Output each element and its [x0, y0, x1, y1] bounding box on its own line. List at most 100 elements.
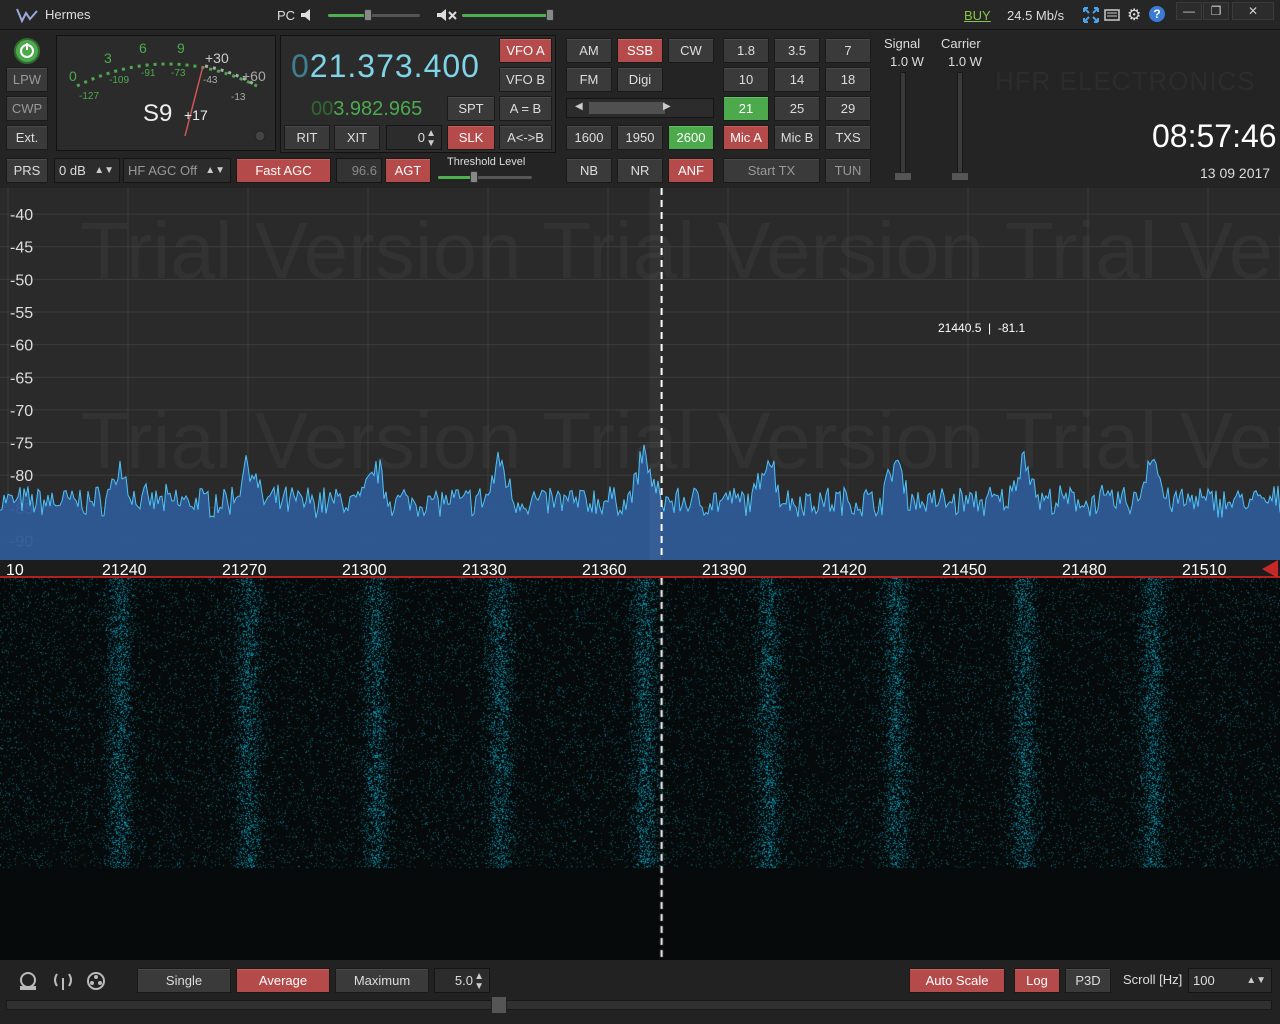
vfo-swap-button[interactable]: A<->B [499, 125, 552, 150]
slk-button[interactable]: SLK [447, 125, 495, 150]
start-tx-button[interactable]: Start TX [723, 158, 820, 183]
anf-button[interactable]: ANF [668, 158, 714, 183]
waterfall-level-marker-icon[interactable] [1262, 560, 1278, 578]
rit-button[interactable]: RIT [284, 125, 330, 150]
band-3-5-button[interactable]: 3.5 [774, 38, 820, 63]
zoom-scroll-thumb[interactable] [491, 996, 507, 1014]
main-frequency[interactable]: 021.373.400 [291, 48, 480, 85]
scroll-right-icon[interactable]: ▶ [663, 101, 671, 112]
mode-cw-button[interactable]: CW [668, 38, 714, 63]
title-bar: Hermes PC BUY 24.5 Mb/s ⚙ ? — ❐ ✕ [0, 0, 1280, 30]
help-icon[interactable]: ? [1149, 6, 1165, 22]
mode-fm-button[interactable]: FM [566, 67, 612, 92]
xit-button[interactable]: XIT [334, 125, 380, 150]
film-reel-icon[interactable] [85, 970, 109, 992]
speaker-icon[interactable] [300, 8, 316, 22]
meter-dbm-73: -73 [171, 68, 186, 79]
power-button[interactable] [14, 38, 40, 64]
mode-digi-button[interactable]: Digi [617, 67, 663, 92]
zoom-scrollbar[interactable] [6, 1000, 1272, 1010]
fullscreen-icon[interactable] [1083, 7, 1099, 23]
ext-button[interactable]: Ext. [6, 125, 48, 150]
maximum-button[interactable]: Maximum [335, 968, 429, 993]
meter-reading: S9 [143, 100, 173, 127]
nr-button[interactable]: NR [617, 158, 663, 183]
filter-scrollbar[interactable]: ◀ ▶ [566, 98, 714, 118]
prs-button[interactable]: PRS [6, 158, 48, 183]
spectrum-display[interactable]: Trial Version Trial Version Trial Versio… [0, 188, 1280, 560]
buy-link[interactable]: BUY [964, 8, 991, 23]
log-button[interactable]: Log [1014, 968, 1060, 993]
cursor-readout: 21440.5 | -81.1 [938, 321, 1026, 335]
band-1-8-button[interactable]: 1.8 [723, 38, 769, 63]
y-tick-label: -80 [10, 468, 33, 485]
txs-button[interactable]: TXS [825, 125, 871, 150]
gain-select[interactable]: 0 dB ▲▼ [54, 158, 120, 183]
signal-label: Signal [884, 36, 921, 51]
band-21-button[interactable]: 21 [723, 96, 769, 121]
sub-frequency[interactable]: 003.982.965 [311, 98, 422, 121]
fast-agc-button[interactable]: Fast AGC [236, 158, 331, 183]
pc-volume-thumb[interactable] [364, 9, 372, 21]
band-7-button[interactable]: 7 [825, 38, 871, 63]
carrier-value: 1.0 W [948, 54, 982, 69]
threshold-thumb[interactable] [470, 171, 478, 183]
signal-slider-thumb[interactable] [894, 172, 912, 181]
scroll-value: 100 [1193, 973, 1215, 988]
filter-1950-button[interactable]: 1950 [617, 125, 663, 150]
mic-a-button[interactable]: Mic A [723, 125, 769, 150]
meter-label-plus30: +30 [205, 50, 229, 66]
mode-am-button[interactable]: AM [566, 38, 612, 63]
scroll-select[interactable]: 100 ▲▼ [1188, 968, 1272, 993]
frequency-axis[interactable]: 10 21240 21270 21300 21330 21360 21390 21420 214… [0, 560, 1280, 579]
minimize-button[interactable]: — [1176, 2, 1202, 20]
cwp-button[interactable]: CWP [6, 96, 48, 121]
carrier-slider-thumb[interactable] [951, 172, 969, 181]
filter-2600-button[interactable]: 2600 [668, 125, 714, 150]
agc-mode-select[interactable]: HF AGC Off ▲▼ [123, 158, 231, 183]
band-18-button[interactable]: 18 [825, 67, 871, 92]
rit-offset-value: 0 [417, 130, 425, 145]
p3d-button[interactable]: P3D [1065, 968, 1111, 993]
speaker-mute-icon[interactable] [436, 8, 458, 22]
scroll-left-icon[interactable]: ◀ [575, 101, 583, 112]
record-player-icon[interactable] [16, 970, 40, 992]
settings-gear-icon[interactable]: ⚙ [1127, 5, 1141, 25]
mode-ssb-button[interactable]: SSB [617, 38, 663, 63]
band-29-button[interactable]: 29 [825, 96, 871, 121]
y-tick-label: -65 [10, 370, 33, 387]
agt-value[interactable]: 96.6 [336, 158, 382, 183]
close-button[interactable]: ✕ [1232, 2, 1274, 20]
spt-button[interactable]: SPT [447, 96, 495, 121]
single-button[interactable]: Single [137, 968, 231, 993]
a-equals-b-button[interactable]: A = B [499, 96, 552, 121]
radio-volume-thumb[interactable] [546, 9, 554, 21]
tun-button[interactable]: TUN [825, 158, 871, 183]
restore-button[interactable]: ❐ [1203, 2, 1229, 20]
lpw-button[interactable]: LPW [6, 67, 48, 92]
rit-offset-stepper[interactable]: 0 ▲ ▼ [386, 125, 442, 150]
vfo-b-button[interactable]: VFO B [499, 67, 552, 92]
nb-button[interactable]: NB [566, 158, 612, 183]
y-tick-label: -45 [10, 240, 33, 257]
waterfall-display[interactable] [0, 578, 1280, 960]
control-panel: LPW CWP Ext. PRS 0 3 6 9 +30 +60 -127 -1… [0, 30, 1280, 188]
keyboard-icon[interactable] [1104, 8, 1120, 22]
carrier-slider[interactable] [957, 72, 963, 176]
filter-1600-button[interactable]: 1600 [566, 125, 612, 150]
x-tick-label: 21240 [102, 562, 147, 578]
signal-slider[interactable] [900, 72, 906, 176]
filter-scroll-thumb[interactable] [589, 102, 665, 114]
band-10-button[interactable]: 10 [723, 67, 769, 92]
average-button[interactable]: Average [236, 968, 330, 993]
vfo-a-button[interactable]: VFO A [499, 38, 552, 63]
x-tick-label: 21480 [1062, 562, 1107, 578]
auto-scale-button[interactable]: Auto Scale [909, 968, 1005, 993]
agt-button[interactable]: AGT [385, 158, 431, 183]
average-value-stepper[interactable]: 5.0 ▲ ▼ [434, 968, 490, 993]
band-25-button[interactable]: 25 [774, 96, 820, 121]
mic-b-button[interactable]: Mic B [774, 125, 820, 150]
antenna-icon[interactable] [51, 970, 75, 992]
radio-volume-fill [462, 14, 548, 17]
band-14-button[interactable]: 14 [774, 67, 820, 92]
